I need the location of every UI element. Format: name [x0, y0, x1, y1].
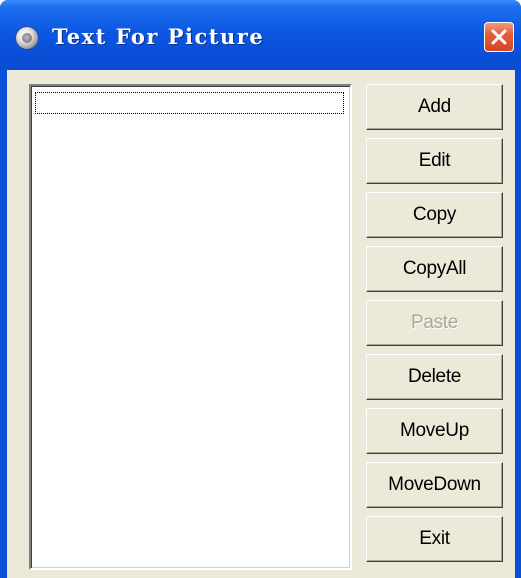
close-button[interactable]: [484, 22, 514, 52]
close-x-icon: [491, 29, 507, 45]
title-bar[interactable]: Text For Picture: [0, 0, 521, 70]
exit-button[interactable]: Exit: [366, 516, 503, 562]
text-listbox[interactable]: [29, 84, 352, 570]
paste-button[interactable]: Paste: [366, 300, 503, 346]
client-area: Add Edit Copy CopyAll Paste Delete MoveU…: [7, 70, 515, 578]
move-down-button[interactable]: MoveDown: [366, 462, 503, 508]
disc-icon: [16, 27, 38, 49]
focus-rectangle: [35, 92, 344, 114]
add-button[interactable]: Add: [366, 84, 503, 130]
copy-all-button[interactable]: CopyAll: [366, 246, 503, 292]
window-title: Text For Picture: [52, 24, 265, 49]
copy-button[interactable]: Copy: [366, 192, 503, 238]
edit-button[interactable]: Edit: [366, 138, 503, 184]
delete-button[interactable]: Delete: [366, 354, 503, 400]
app-window: Text For Picture Add Edit Copy CopyAll P…: [0, 0, 521, 578]
move-up-button[interactable]: MoveUp: [366, 408, 503, 454]
